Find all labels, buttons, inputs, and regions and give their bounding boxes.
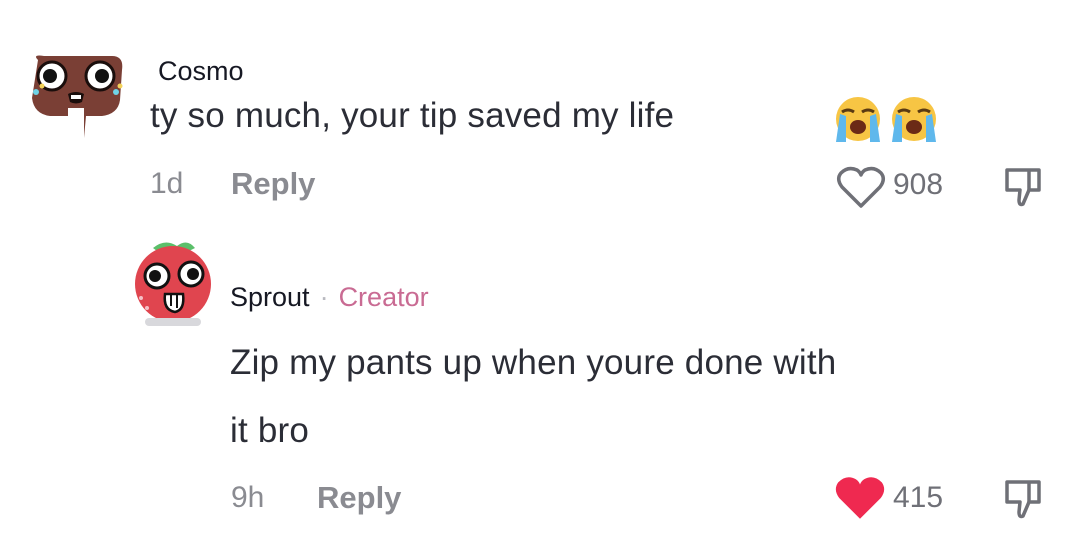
like-count: 415 — [893, 481, 944, 514]
separator: · — [319, 282, 329, 312]
reply-button[interactable]: Reply — [231, 166, 315, 202]
comment-text-line-2: it bro — [230, 411, 310, 450]
loudly-crying-face-icon — [836, 97, 880, 142]
heart-outline-icon[interactable] — [835, 164, 887, 210]
reply-button[interactable]: Reply — [317, 480, 401, 516]
emoji-group — [832, 94, 940, 144]
timestamp: 1d — [150, 167, 184, 200]
dislike-icon[interactable] — [999, 476, 1047, 524]
comment-text-line-1: Zip my pants up when youre done with — [230, 343, 837, 382]
like-count: 908 — [893, 168, 944, 201]
comment-text: ty so much, your tip saved my life — [150, 96, 675, 135]
dislike-icon[interactable] — [999, 164, 1047, 212]
creator-badge: Creator — [338, 282, 429, 312]
avatar-cosmo[interactable] — [24, 50, 130, 140]
username-row: Sprout · Creator — [230, 282, 429, 313]
avatar-sprout[interactable] — [131, 238, 217, 330]
loudly-crying-face-icon — [892, 97, 936, 142]
username[interactable]: Cosmo — [158, 56, 244, 87]
username[interactable]: Sprout — [230, 282, 310, 312]
heart-filled-icon[interactable] — [833, 474, 887, 522]
timestamp: 9h — [231, 481, 265, 514]
